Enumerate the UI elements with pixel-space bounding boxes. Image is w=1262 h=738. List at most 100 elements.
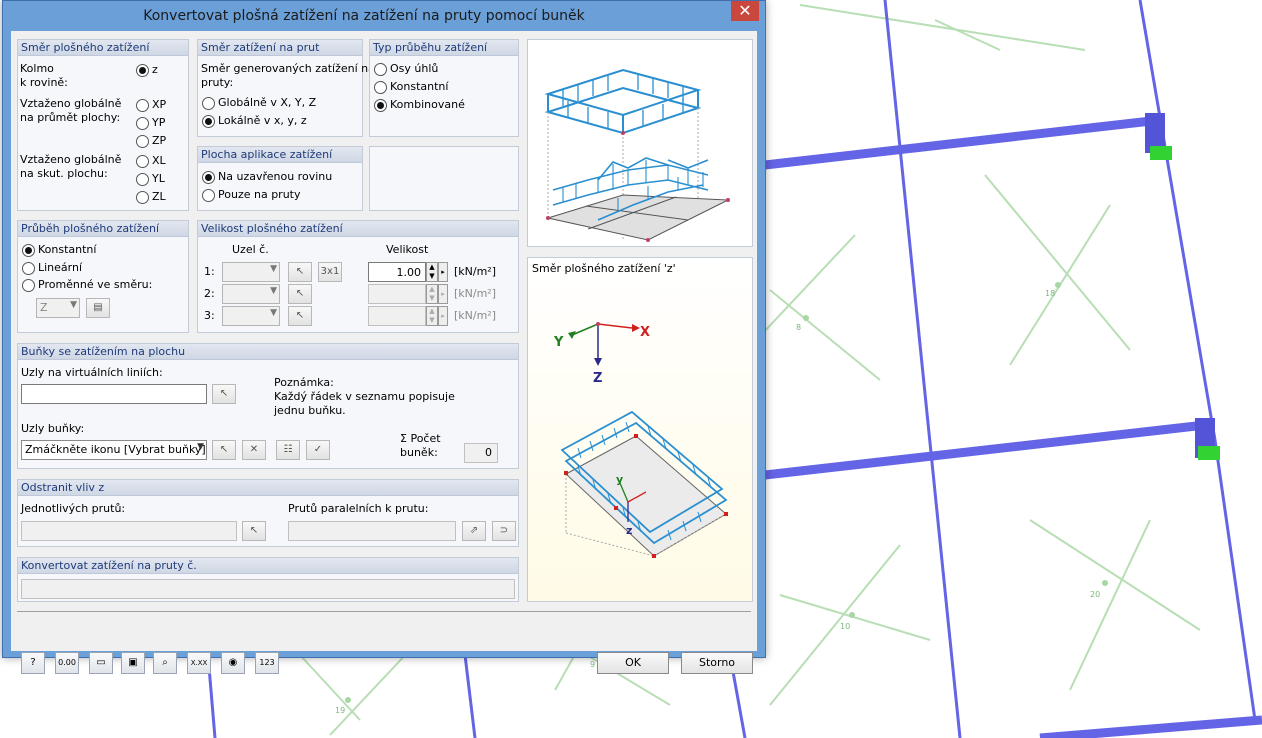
cell-load-illustration bbox=[544, 68, 730, 242]
group-load-type: Typ průběhu zatížení Osy úhlů Konstantní… bbox=[369, 39, 519, 137]
group-load-distribution: Průběh plošného zatížení Konstantní Line… bbox=[17, 220, 189, 333]
title-bar[interactable]: Konvertovat plošná zatížení na zatížení … bbox=[3, 1, 765, 31]
single-members-input[interactable] bbox=[21, 521, 237, 541]
radio-zl[interactable] bbox=[136, 191, 149, 204]
radio-xp[interactable] bbox=[136, 99, 149, 112]
row-1-label: 1: bbox=[204, 265, 215, 278]
pick-node-1-icon[interactable]: ↖ bbox=[288, 262, 312, 282]
radio-xl[interactable] bbox=[136, 155, 149, 168]
search-icon[interactable]: ⌕ bbox=[153, 652, 177, 674]
virtual-nodes-input[interactable] bbox=[21, 384, 207, 404]
ok-button[interactable]: OK bbox=[597, 652, 669, 674]
magnitude-3-spinner[interactable]: ▲ ▼ bbox=[426, 306, 438, 326]
magnitude-3-arrow[interactable]: ▸ bbox=[438, 306, 448, 326]
node-label: 19 bbox=[335, 706, 345, 715]
node-label: 10 bbox=[840, 622, 850, 631]
magnitude-3-input[interactable] bbox=[368, 306, 426, 326]
row-3-label: 3: bbox=[204, 309, 215, 322]
separator bbox=[17, 611, 751, 612]
group-title: Plocha aplikace zatížení bbox=[198, 147, 362, 163]
radio-angle-axes[interactable] bbox=[374, 63, 387, 76]
magnitude-1-spinner[interactable]: ▲ ▼ bbox=[426, 262, 438, 282]
cell-nodes-label: Uzly buňky: bbox=[21, 422, 85, 435]
radio-linear[interactable] bbox=[22, 262, 35, 275]
node-label: 18 bbox=[1045, 289, 1055, 298]
radio-combined-label: Kombinované bbox=[390, 98, 465, 111]
group-cells: Buňky se zatížením na plochu Uzly na vir… bbox=[17, 343, 519, 469]
cell-list-icon[interactable]: ☷ bbox=[276, 440, 300, 460]
radio-variable[interactable] bbox=[22, 279, 35, 292]
chevron-down-icon: ▼ bbox=[197, 442, 204, 452]
chevron-down-icon: ▼ bbox=[270, 286, 277, 296]
pick-single-members-icon[interactable]: ↖ bbox=[242, 521, 266, 541]
save-icon[interactable]: ▣ bbox=[121, 652, 145, 674]
open-folder-icon[interactable]: ▭ bbox=[89, 652, 113, 674]
cell-nodes-combo[interactable]: Zmáčkněte ikonu [Vybrat buňky] ▼ bbox=[21, 440, 207, 460]
node-2-combo[interactable]: ▼ bbox=[222, 284, 280, 304]
radio-yp-label: YP bbox=[152, 116, 166, 129]
radio-yl[interactable] bbox=[136, 173, 149, 186]
magnitude-2-arrow[interactable]: ▸ bbox=[438, 284, 448, 304]
delete-cell-icon[interactable]: ✕ bbox=[242, 440, 266, 460]
cell-count-field: 0 bbox=[464, 443, 498, 463]
radio-z[interactable] bbox=[136, 64, 149, 77]
radio-zp-label: ZP bbox=[152, 134, 167, 147]
pick-virtual-nodes-icon[interactable]: ↖ bbox=[212, 384, 236, 404]
units-button[interactable]: 0.00 bbox=[55, 652, 79, 674]
radio-yp[interactable] bbox=[136, 117, 149, 130]
close-button[interactable]: ✕ bbox=[731, 1, 759, 21]
pick-node-2-icon[interactable]: ↖ bbox=[288, 284, 312, 304]
single-members-label: Jednotlivých prutů: bbox=[21, 502, 126, 515]
radio-xl-label: XL bbox=[152, 154, 166, 167]
group-title: Směr plošného zatížení bbox=[18, 40, 188, 56]
radio-combined[interactable] bbox=[374, 99, 387, 112]
unit-1: [kN/m²] bbox=[454, 265, 497, 278]
radio-constant-type[interactable] bbox=[374, 81, 387, 94]
virtual-nodes-label: Uzly na virtuálních liniích: bbox=[21, 366, 163, 379]
group-title: Směr zatížení na prut bbox=[198, 40, 362, 56]
help-icon[interactable]: ? bbox=[21, 652, 45, 674]
edit-variable-icon[interactable]: ▤ bbox=[86, 298, 110, 318]
unit-3: [kN/m²] bbox=[454, 309, 497, 322]
numbering-icon[interactable]: 123 bbox=[255, 652, 279, 674]
cancel-button[interactable]: Storno bbox=[681, 652, 753, 674]
convert-members-input[interactable] bbox=[21, 579, 515, 599]
group-member-load-direction: Směr zatížení na prut Směr generovaných … bbox=[197, 39, 375, 137]
radio-zp[interactable] bbox=[136, 135, 149, 148]
link-members-icon[interactable]: ⊃ bbox=[492, 521, 516, 541]
radio-angle-label: Osy úhlů bbox=[390, 62, 439, 75]
axis-Z-label: Z bbox=[593, 371, 602, 386]
row-2-label: 2: bbox=[204, 287, 215, 300]
decimals-button[interactable]: X.XX bbox=[187, 652, 211, 674]
pick-parallel-members-icon[interactable]: ⇗ bbox=[462, 521, 486, 541]
node-no-header: Uzel č. bbox=[232, 243, 269, 256]
pick-node-3-icon[interactable]: ↖ bbox=[288, 306, 312, 326]
three-by-one-button[interactable]: 3x1 bbox=[318, 262, 342, 282]
member-dir-desc: Směr generovaných zatížení na pruty: bbox=[201, 62, 375, 89]
radio-closed-plane[interactable] bbox=[202, 171, 215, 184]
dialog-client: Směr plošného zatížení Kolmo k rovině: z… bbox=[11, 31, 757, 674]
radio-members-only[interactable] bbox=[202, 189, 215, 202]
node-label: 8 bbox=[796, 323, 801, 332]
chevron-down-icon: ▼ bbox=[70, 300, 77, 310]
magnitude-1-input[interactable]: 1.00 bbox=[368, 262, 426, 282]
group-remove-influence: Odstranit vliv z Jednotlivých prutů: ↖ P… bbox=[17, 479, 519, 547]
group-empty bbox=[369, 146, 519, 211]
select-cells-icon[interactable]: ↖ bbox=[212, 440, 236, 460]
eye-icon[interactable]: ◉ bbox=[221, 652, 245, 674]
node-1-combo[interactable]: ▼ bbox=[222, 262, 280, 282]
group-title: Velikost plošného zatížení bbox=[198, 221, 518, 237]
check-cells-icon[interactable]: ✓ bbox=[306, 440, 330, 460]
magnitude-2-spinner[interactable]: ▲ ▼ bbox=[426, 284, 438, 304]
radio-global-xyz[interactable] bbox=[202, 97, 215, 110]
radio-zl-label: ZL bbox=[152, 190, 166, 203]
radio-variable-label: Proměnné ve směru: bbox=[38, 278, 153, 291]
radio-constant[interactable] bbox=[22, 244, 35, 257]
radio-local-xyz[interactable] bbox=[202, 115, 215, 128]
magnitude-1-arrow[interactable]: ▸ bbox=[438, 262, 448, 282]
magnitude-2-input[interactable] bbox=[368, 284, 426, 304]
node-3-combo[interactable]: ▼ bbox=[222, 306, 280, 326]
direction-combo[interactable]: Z ▼ bbox=[36, 298, 80, 318]
parallel-members-input[interactable] bbox=[288, 521, 456, 541]
true-area-label: Vztaženo globálně na skut. plochu: bbox=[20, 153, 122, 180]
